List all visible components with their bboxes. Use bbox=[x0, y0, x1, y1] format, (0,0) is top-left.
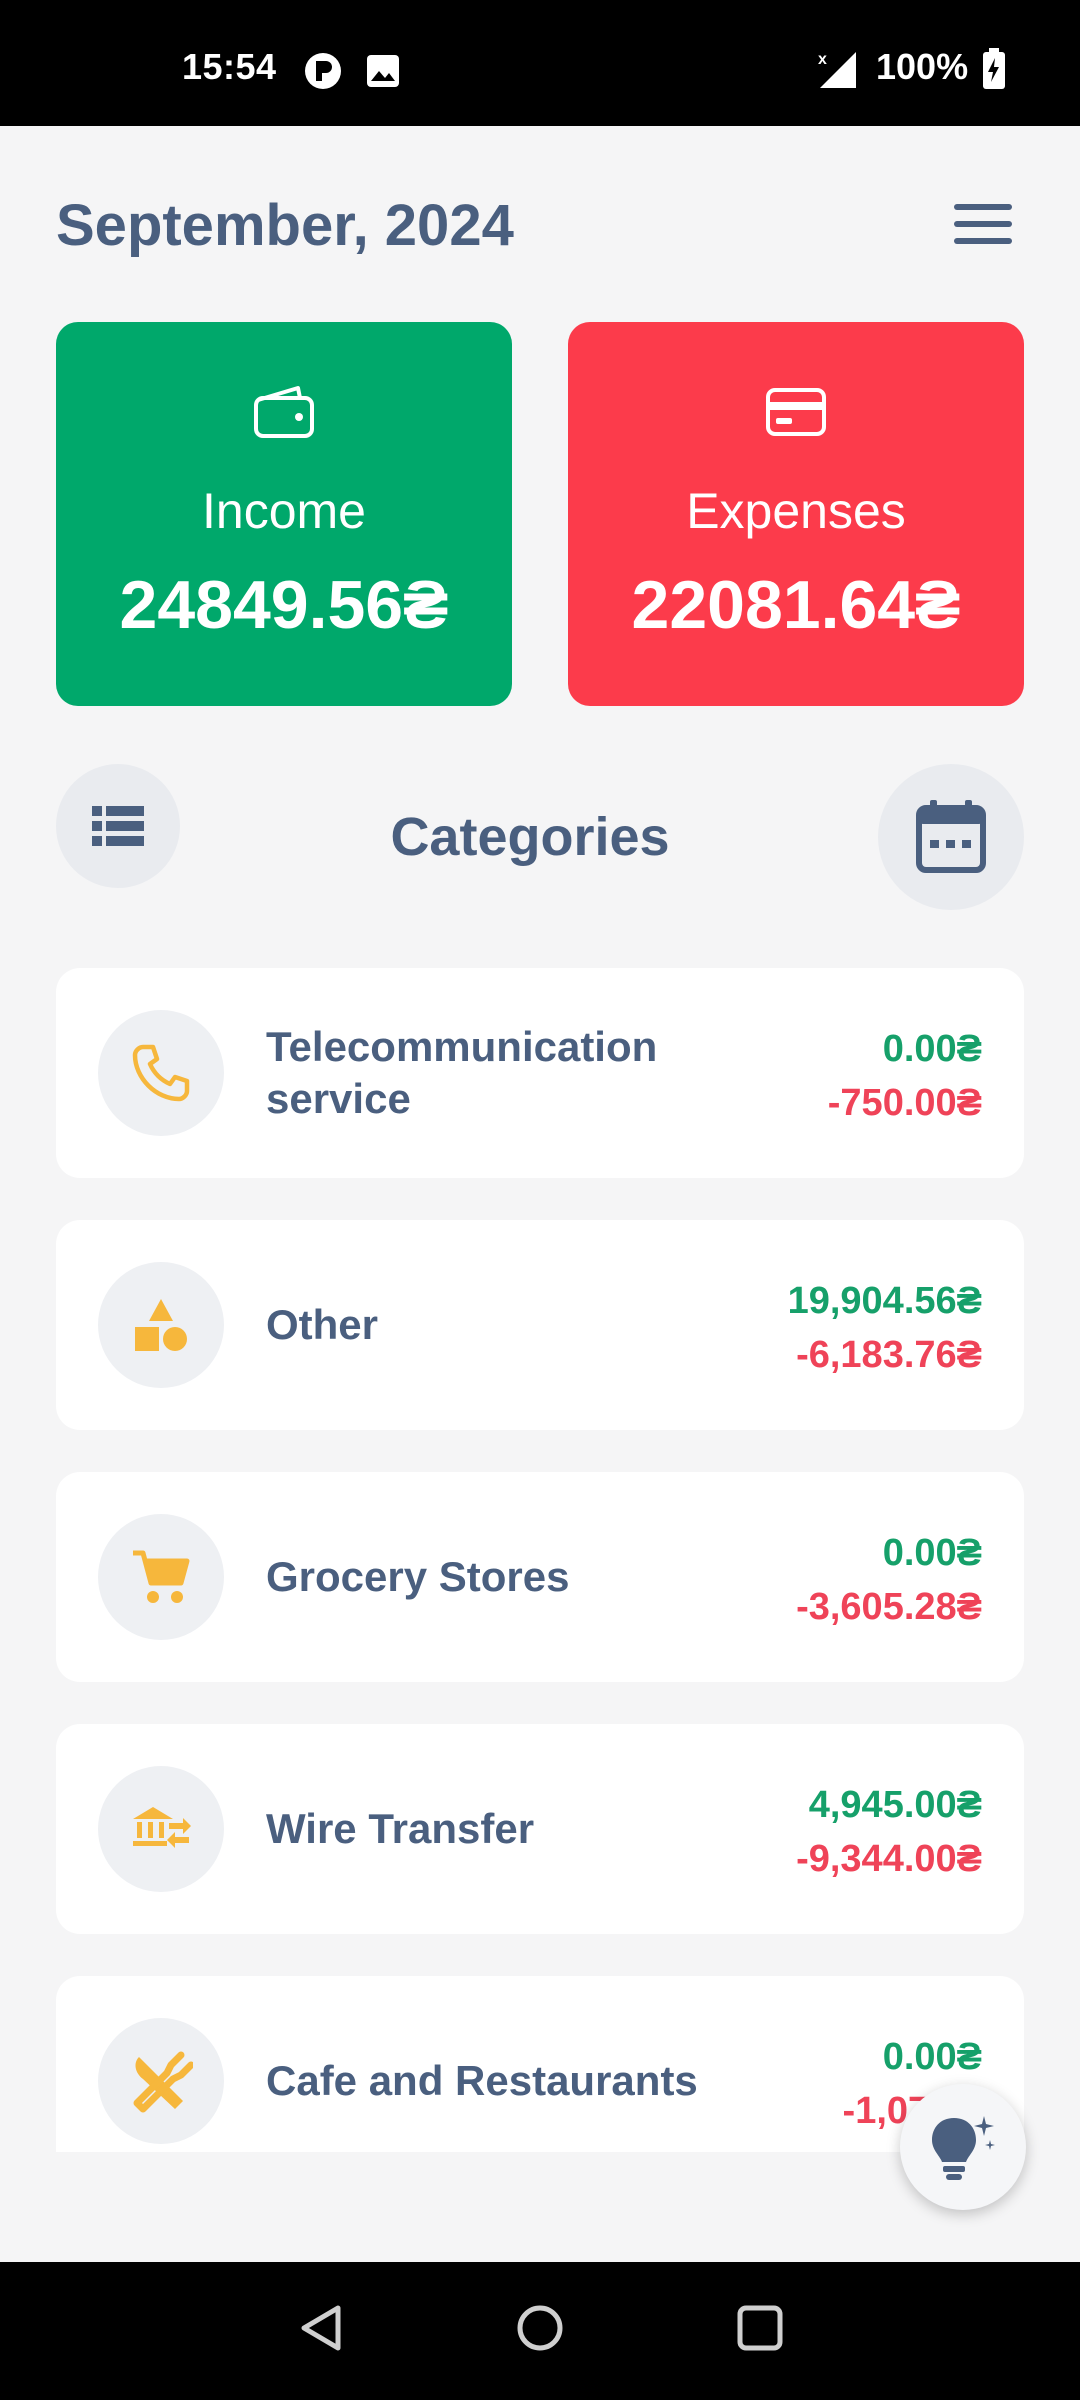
category-amounts: 0.00₴ -3,605.28₴ bbox=[796, 1526, 982, 1634]
battery-charging-icon bbox=[983, 48, 1005, 89]
phone-icon bbox=[132, 1044, 190, 1102]
category-icon-circle bbox=[98, 2018, 224, 2144]
calendar-button[interactable] bbox=[878, 764, 1024, 910]
category-name: Wire Transfer bbox=[266, 1805, 535, 1852]
category-name: Cafe and Restaurants bbox=[266, 2057, 698, 2104]
category-amounts: 19,904.56₴ -6,183.76₴ bbox=[788, 1274, 982, 1382]
cutlery-icon bbox=[133, 2051, 193, 2113]
shapes-icon bbox=[135, 1299, 187, 1351]
bank-transfer-icon bbox=[133, 1807, 191, 1848]
signal-icon: x bbox=[818, 51, 856, 88]
calendar-icon bbox=[916, 800, 986, 873]
category-expense: -3,605.28₴ bbox=[796, 1586, 982, 1628]
home-icon[interactable] bbox=[514, 2302, 566, 2354]
category-income: 0.00₴ bbox=[882, 1028, 982, 1070]
hamburger-menu-icon[interactable] bbox=[952, 200, 1014, 248]
category-name: Other bbox=[266, 1301, 379, 1348]
category-income: 0.00₴ bbox=[882, 1532, 982, 1574]
income-card[interactable]: Income 24849.56₴ bbox=[56, 322, 512, 706]
category-icon-circle bbox=[98, 1262, 224, 1388]
app-notification-icon bbox=[305, 53, 341, 89]
gallery-notification-icon bbox=[367, 55, 399, 87]
category-name: Grocery Stores bbox=[266, 1553, 570, 1600]
category-item[interactable]: Telecommunication service 0.00₴ -750.00₴ bbox=[56, 968, 1024, 1178]
category-icon-circle bbox=[98, 1010, 224, 1136]
category-item[interactable]: Cafe and Restaurants 0.00₴ -1,071.5 bbox=[56, 1976, 1024, 2152]
income-label: Income bbox=[202, 483, 366, 539]
category-amounts: 4,945.00₴ -9,344.00₴ bbox=[796, 1778, 982, 1886]
category-icon-circle bbox=[98, 1514, 224, 1640]
insights-fab[interactable] bbox=[900, 2084, 1026, 2210]
lightbulb-sparkle-icon bbox=[932, 2116, 995, 2180]
back-icon[interactable] bbox=[296, 2302, 346, 2354]
system-nav-bar bbox=[0, 2262, 1080, 2400]
status-bar: 15:54 x 100% bbox=[0, 0, 1080, 126]
battery-percent: 100% bbox=[876, 46, 969, 87]
page-title: September, 2024 bbox=[56, 193, 514, 258]
status-time: 15:54 bbox=[182, 46, 277, 87]
category-income: 0.00₴ bbox=[882, 2036, 982, 2078]
category-item[interactable]: Grocery Stores 0.00₴ -3,605.28₴ bbox=[56, 1472, 1024, 1682]
category-income: 19,904.56₴ bbox=[787, 1280, 982, 1322]
income-amount: 24849.56₴ bbox=[119, 567, 449, 643]
category-amounts: 0.00₴ -750.00₴ bbox=[828, 1022, 982, 1130]
category-item[interactable]: Wire Transfer 4,945.00₴ -9,344.00₴ bbox=[56, 1724, 1024, 1934]
category-income: 4,945.00₴ bbox=[808, 1784, 982, 1826]
recents-icon[interactable] bbox=[736, 2302, 784, 2354]
category-icon-circle bbox=[98, 1766, 224, 1892]
category-expense: -9,344.00₴ bbox=[796, 1838, 982, 1880]
expenses-amount: 22081.64₴ bbox=[631, 567, 961, 643]
categories-list[interactable]: Telecommunication service 0.00₴ -750.00₴… bbox=[0, 950, 1080, 2152]
category-expense: -750.00₴ bbox=[827, 1082, 982, 1124]
category-name: Telecommunication service bbox=[266, 1023, 658, 1122]
expenses-card[interactable]: Expenses 22081.64₴ bbox=[568, 322, 1024, 706]
credit-card-icon bbox=[766, 388, 826, 436]
shopping-cart-icon bbox=[133, 1550, 190, 1603]
category-item[interactable]: Other 19,904.56₴ -6,183.76₴ bbox=[56, 1220, 1024, 1430]
expenses-label: Expenses bbox=[686, 483, 906, 539]
category-expense: -6,183.76₴ bbox=[796, 1334, 982, 1376]
svg-text:x: x bbox=[818, 51, 827, 68]
wallet-icon bbox=[254, 386, 314, 438]
